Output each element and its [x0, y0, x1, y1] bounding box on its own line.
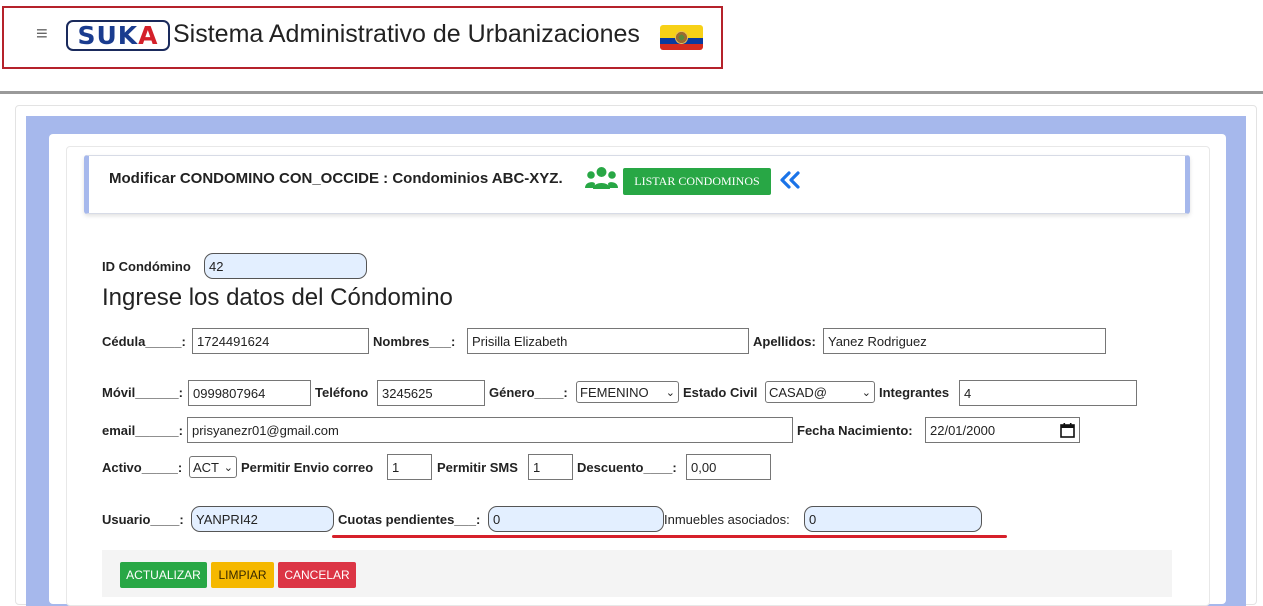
id-label: ID Condómino [102, 259, 191, 274]
sms-field[interactable]: 1 [528, 454, 573, 480]
activo-select[interactable]: ACT ⌄ [189, 456, 237, 478]
id-condomino-field[interactable]: 42 [204, 253, 367, 279]
form-title: Ingrese los datos del Cóndomino [102, 284, 453, 311]
estado-civil-label: Estado Civil [683, 385, 758, 400]
nombres-label: Nombres___: [373, 334, 456, 349]
suka-logo: SUK A [66, 20, 170, 51]
highlight-underline [332, 535, 1007, 538]
header-divider [0, 91, 1263, 94]
fecha-nacimiento-label: Fecha Nacimiento: [797, 423, 913, 438]
chevron-down-icon: ⌄ [665, 386, 675, 399]
email-label: email______: [102, 423, 183, 438]
telefono-label: Teléfono [315, 385, 369, 400]
nombres-field[interactable]: Prisilla Elizabeth [467, 328, 749, 354]
movil-field[interactable]: 0999807964 [188, 380, 311, 406]
cancel-button[interactable]: CANCELAR [278, 562, 356, 588]
app-title: Sistema Administrativo de Urbanizaciones [173, 20, 640, 48]
integrantes-field[interactable]: 4 [959, 380, 1137, 406]
genero-select[interactable]: FEMENINO ⌄ [576, 381, 679, 403]
usuario-label: Usuario____: [102, 512, 184, 527]
inmuebles-asociados-label: Inmuebles asociados: [664, 512, 790, 527]
descuento-label: Descuento____: [577, 460, 677, 475]
list-condominos-button[interactable]: LISTAR CONDOMINOS [623, 168, 771, 195]
chevron-down-icon: ⌄ [861, 386, 871, 399]
movil-label: Móvil______: [102, 385, 183, 400]
users-icon [585, 167, 618, 189]
apellidos-field[interactable]: Yanez Rodriguez [823, 328, 1106, 354]
usuario-field[interactable]: YANPRI42 [191, 506, 334, 532]
cedula-field[interactable]: 1724491624 [192, 328, 369, 354]
inmuebles-asociados-field[interactable]: 0 [804, 506, 982, 532]
envio-correo-label: Permitir Envio correo [241, 460, 374, 475]
cuotas-pendientes-label: Cuotas pendientes___: [338, 512, 481, 527]
calendar-icon[interactable] [1060, 422, 1075, 438]
sms-label: Permitir SMS [437, 460, 518, 475]
hamburger-icon[interactable]: ≡ [36, 24, 48, 44]
update-button[interactable]: ACTUALIZAR [120, 562, 207, 588]
integrantes-label: Integrantes [879, 385, 950, 400]
top-header: ≡ SUK A Sistema Administrativo de Urbaniz… [0, 0, 1263, 92]
chevron-down-icon: ⌄ [223, 461, 233, 474]
fecha-nacimiento-field[interactable]: 22/01/2000 [925, 417, 1080, 443]
estado-civil-select[interactable]: CASAD@ ⌄ [765, 381, 875, 403]
double-chevron-left-icon[interactable] [778, 170, 802, 190]
activo-label: Activo_____: [102, 460, 183, 475]
cedula-label: Cédula_____: [102, 334, 186, 349]
genero-label: Género____: [489, 385, 568, 400]
email-field[interactable]: prisyanezr01@gmail.com [187, 417, 793, 443]
cuotas-pendientes-field[interactable]: 0 [488, 506, 664, 532]
envio-correo-field[interactable]: 1 [387, 454, 432, 480]
descuento-field[interactable]: 0,00 [686, 454, 771, 480]
apellidos-label: Apellidos: [753, 334, 816, 349]
section-heading: Modificar CONDOMINO CON_OCCIDE : Condomi… [109, 170, 563, 187]
ecuador-flag-icon [660, 25, 703, 50]
clear-button[interactable]: LIMPIAR [211, 562, 274, 588]
telefono-field[interactable]: 3245625 [377, 380, 485, 406]
